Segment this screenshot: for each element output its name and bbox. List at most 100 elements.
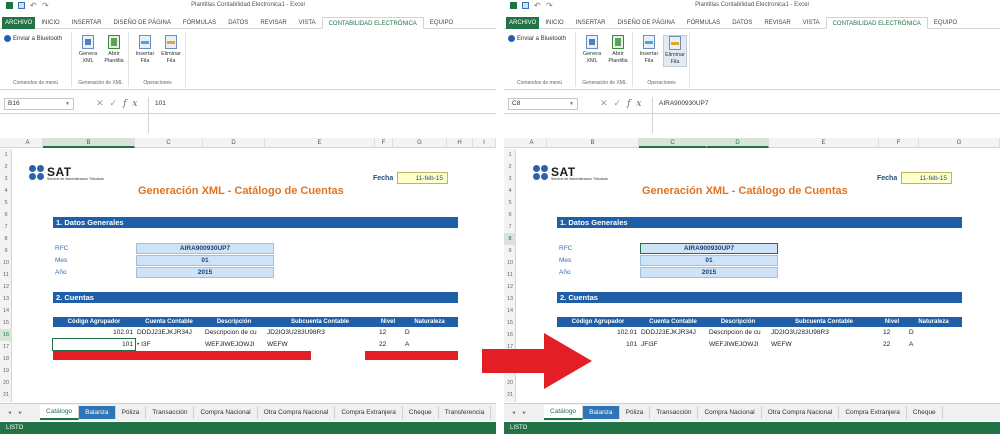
column-h[interactable]: H	[447, 138, 473, 148]
column-f[interactable]: F	[879, 138, 919, 148]
tab-revisar[interactable]: REVISAR	[254, 17, 292, 29]
tab-contabilidad[interactable]: CONTABILIDAD ELECTRÓNICA	[825, 16, 928, 29]
cell-subcuenta[interactable]: JD2IO3U283U98R3	[771, 328, 877, 338]
tab-vista[interactable]: VISTA	[293, 17, 322, 29]
sheet-tab-cheque[interactable]: Cheque	[403, 406, 439, 419]
cell-naturaleza[interactable]: A	[405, 340, 455, 350]
row-number[interactable]: 6	[504, 209, 516, 221]
name-box[interactable]: C8 ▼	[508, 98, 578, 110]
column-e[interactable]: E	[265, 138, 375, 148]
cell-naturaleza[interactable]: D	[909, 328, 959, 338]
cancel-icon[interactable]: ✕	[600, 98, 614, 108]
tab-vista[interactable]: VISTA	[797, 17, 826, 29]
name-box[interactable]: B16 ▼	[4, 98, 74, 110]
row-number[interactable]: 8	[0, 233, 12, 245]
row-number[interactable]: 14	[0, 305, 12, 317]
cell-subcuenta[interactable]: WEFW	[267, 340, 373, 350]
tab-insertar[interactable]: INSERTAR	[66, 17, 108, 29]
cell-nivel[interactable]: 22	[379, 340, 399, 350]
tab-formulas[interactable]: FÓRMULAS	[177, 17, 222, 29]
sheet-tab-balanza[interactable]: Balanza	[79, 406, 116, 419]
sheet-tab-poliza[interactable]: Póliza	[116, 406, 147, 419]
fecha-value[interactable]: 11-feb-15	[397, 172, 448, 184]
sheet-nav-arrows-icon[interactable]: ◂▸	[512, 409, 534, 416]
cell-codigo[interactable]: 102.01	[53, 328, 133, 338]
tab-archivo[interactable]: ARCHIVO	[2, 16, 36, 29]
confirm-icon[interactable]: ✓	[614, 98, 628, 108]
row-number[interactable]: 4	[0, 185, 12, 197]
row-number[interactable]: 12	[0, 281, 12, 293]
delete-row-button[interactable]: Eliminar Fila	[159, 35, 183, 65]
column-a[interactable]: A	[517, 138, 547, 148]
row-number[interactable]: 9	[0, 245, 12, 257]
row-number[interactable]: 5	[0, 197, 12, 209]
formula-input[interactable]: 101	[148, 97, 494, 133]
fecha-value[interactable]: 11-feb-15	[901, 172, 952, 184]
row-number[interactable]: 7	[0, 221, 12, 233]
selected-cell[interactable]	[52, 338, 136, 351]
tab-datos[interactable]: DATOS	[222, 17, 254, 29]
sheet-tab-otra-compra[interactable]: Otra Compra Nacional	[258, 406, 336, 419]
row-number[interactable]: 11	[0, 269, 12, 281]
column-f[interactable]: F	[375, 138, 393, 148]
row-number[interactable]: 1	[504, 149, 516, 161]
mes-field[interactable]: 01	[136, 255, 274, 266]
cancel-icon[interactable]: ✕	[96, 98, 110, 108]
anio-field[interactable]: 2015	[136, 267, 274, 278]
row-number[interactable]: 21	[0, 389, 12, 401]
rfc-field[interactable]: AIRA900930UP7	[136, 243, 274, 254]
row-number[interactable]: 21	[504, 389, 516, 401]
row-number[interactable]: 20	[0, 377, 12, 389]
row-number[interactable]: 15	[0, 317, 12, 329]
confirm-icon[interactable]: ✓	[110, 98, 124, 108]
tab-datos[interactable]: DATOS	[726, 17, 758, 29]
open-template-button[interactable]: Abrir Plantilla	[606, 35, 630, 65]
row-number[interactable]: 2	[504, 161, 516, 173]
column-a[interactable]: A	[13, 138, 43, 148]
cell-naturaleza[interactable]: D	[405, 328, 455, 338]
tab-revisar[interactable]: REVISAR	[758, 17, 796, 29]
sheet-tab-transaccion[interactable]: Transacción	[650, 406, 699, 419]
row-number[interactable]: 14	[504, 305, 516, 317]
row-number[interactable]: 16	[0, 329, 12, 341]
column-i[interactable]: I	[473, 138, 496, 148]
row-number[interactable]: 4	[504, 185, 516, 197]
cell-subcuenta[interactable]: JD2IO3U283U98R3	[267, 328, 373, 338]
cell-descripcion[interactable]: Descripcion de cu	[205, 328, 265, 338]
row-number[interactable]: 7	[504, 221, 516, 233]
sheet-tab-catalogo[interactable]: Catálogo	[40, 405, 80, 420]
column-g[interactable]: G	[919, 138, 1000, 148]
row-number[interactable]: 8	[504, 233, 516, 245]
tab-archivo[interactable]: ARCHIVO	[506, 16, 540, 29]
cell-cuenta[interactable]: DDDJ23EJKJR34J	[137, 328, 203, 338]
cell-nivel[interactable]: 12	[379, 328, 399, 338]
row-number[interactable]: 11	[504, 269, 516, 281]
sheet-tab-compra-extranjera[interactable]: Compra Extranjera	[839, 406, 907, 419]
rfc-field[interactable]: AIRA900930UP7	[640, 243, 778, 254]
sheet-tab-catalogo[interactable]: Catálogo	[544, 405, 584, 420]
row-number[interactable]: 3	[504, 173, 516, 185]
sheet-tab-transaccion[interactable]: Transacción	[146, 406, 195, 419]
column-g[interactable]: G	[393, 138, 447, 148]
cell-nivel[interactable]: 12	[883, 328, 903, 338]
row-number[interactable]: 18	[0, 353, 12, 365]
chevron-down-icon[interactable]: ▼	[65, 99, 70, 109]
cell-descripcion[interactable]: Descripcion de cu	[709, 328, 769, 338]
sheet-tab-compra-extranjera[interactable]: Compra Extranjera	[335, 406, 403, 419]
function-icon[interactable]: fx	[627, 99, 647, 109]
row-number[interactable]: 13	[0, 293, 12, 305]
sheet-nav-arrows-icon[interactable]: ◂▸	[8, 409, 30, 416]
sheet-tab-transferencia[interactable]: Transferencia	[439, 406, 492, 419]
worksheet[interactable]: SAT Servicio de Administración Tributari…	[13, 149, 496, 402]
bluetooth-button[interactable]: Enviar a Bluetooth	[508, 35, 566, 42]
column-e[interactable]: E	[769, 138, 879, 148]
column-b[interactable]: B	[43, 138, 135, 148]
sheet-tab-cheque[interactable]: Cheque	[907, 406, 943, 419]
row-number[interactable]: 3	[0, 173, 12, 185]
generate-xml-button[interactable]: Genera XML	[76, 35, 100, 65]
chevron-down-icon[interactable]: ▼	[569, 99, 574, 109]
tab-insertar[interactable]: INSERTAR	[570, 17, 612, 29]
sheet-tab-compra-nacional[interactable]: Compra Nacional	[698, 406, 762, 419]
function-icon[interactable]: fx	[123, 99, 143, 109]
sheet-tab-poliza[interactable]: Póliza	[620, 406, 651, 419]
